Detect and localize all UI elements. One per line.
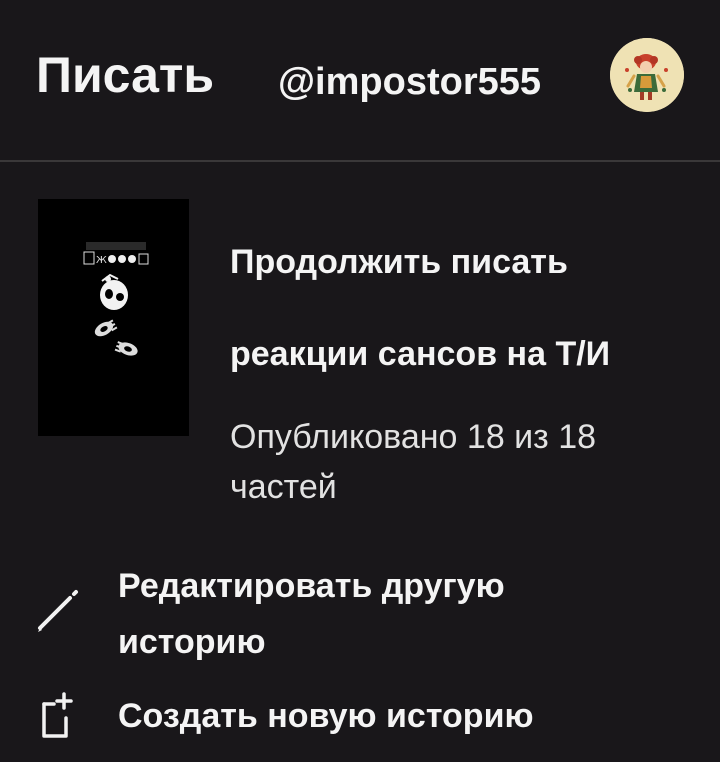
story-cover[interactable]: Ж bbox=[38, 199, 189, 436]
svg-text:Ж: Ж bbox=[96, 255, 107, 266]
published-status: Опубликовано 18 из 18 частей bbox=[230, 418, 597, 506]
header-divider bbox=[0, 160, 720, 162]
avatar-image bbox=[610, 38, 684, 112]
new-document-icon bbox=[30, 688, 86, 749]
avatar[interactable] bbox=[610, 38, 684, 112]
edit-other-story-button[interactable]: Редактировать другую историю bbox=[0, 558, 720, 668]
page-title: Писать bbox=[36, 47, 215, 103]
continue-writing-label[interactable]: Продолжить писать bbox=[230, 245, 700, 279]
pencil-icon bbox=[30, 580, 86, 641]
edit-other-story-label: Редактировать другую историю bbox=[118, 567, 505, 661]
header: Писать @impostor555 bbox=[0, 0, 720, 160]
create-new-story-label: Создать новую историю bbox=[118, 697, 534, 735]
create-new-story-button[interactable]: Создать новую историю bbox=[0, 688, 720, 744]
username[interactable]: @impostor555 bbox=[278, 63, 541, 101]
cover-artwork: Ж bbox=[38, 199, 189, 436]
story-title[interactable]: реакции сансов на Т/И bbox=[230, 337, 700, 371]
